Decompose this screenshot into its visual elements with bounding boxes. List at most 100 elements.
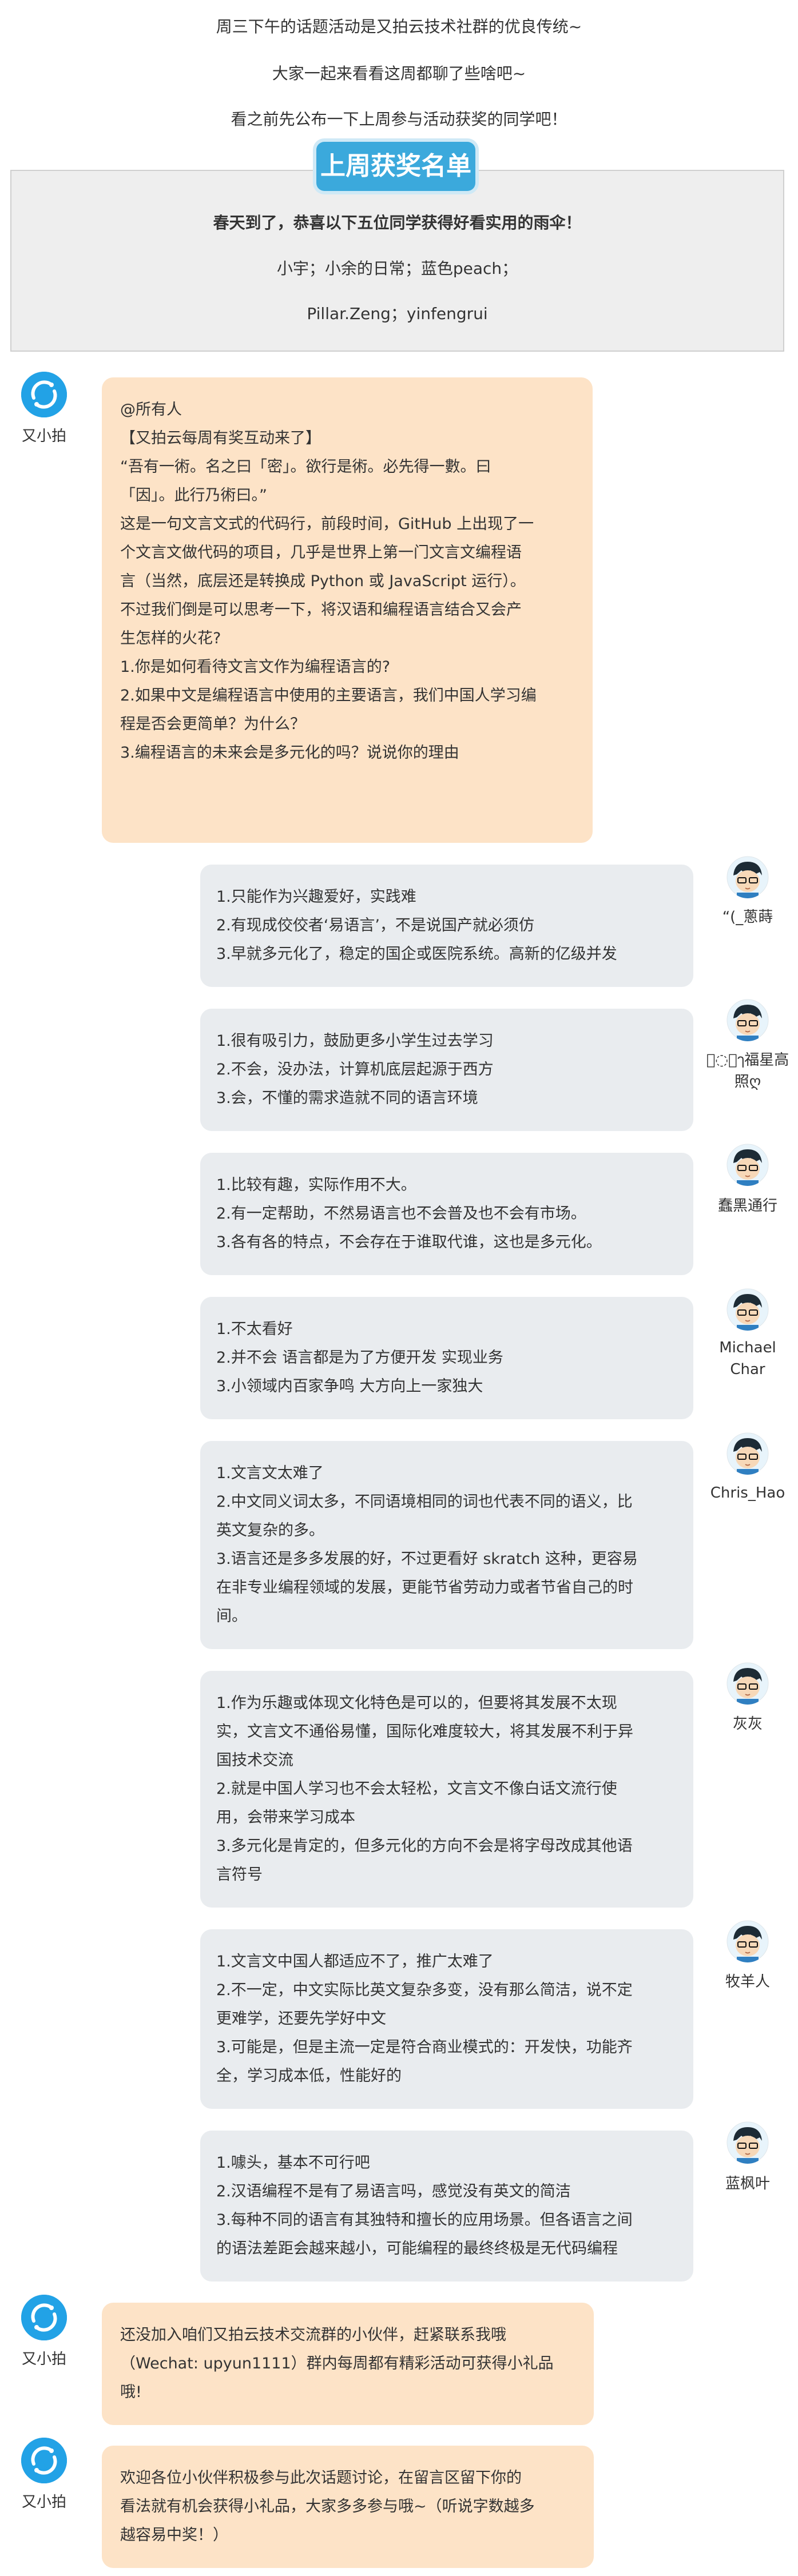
reply-line: 2.汉语编程不是有了易语言吗，感觉没有英文的简洁 (216, 2183, 571, 2200)
reply-line: 1.噱头，基本不可行吧 (216, 2154, 370, 2172)
user-avatar[interactable] (726, 1662, 769, 1705)
reply-line: 间。 (216, 1607, 247, 1625)
avatar-face-icon (726, 1920, 769, 1962)
post-line: 个文言文做代码的项目，几乎是世界上第一门文言文编程语 (120, 544, 522, 562)
reply-line: 1.文言文太难了 (216, 1464, 324, 1482)
intro-line-2: 大家一起来看看这周都聊了些啥吧~ (272, 64, 526, 83)
intro-line-1: 周三下午的话题活动是又拍云技术社群的优良传统~ (216, 17, 582, 36)
reply-line: 2.并不会 语言都是为了方便开发 实现业务 (216, 1349, 503, 1367)
award-title-badge: 上周获奖名单 (316, 142, 475, 191)
user-avatar[interactable] (726, 2121, 769, 2164)
reply-line: 3.每种不同的语言有其独特和擅长的应用场景。但各语言之间 (216, 2211, 633, 2229)
avatar-face-icon (726, 999, 769, 1041)
post-line: 程是否会更简单？为什么？ (120, 715, 305, 733)
reply-bubble: 1.噱头，基本不可行吧 2.汉语编程不是有了易语言吗，感觉没有英文的简洁 3.每… (200, 2131, 693, 2282)
post-line: 【又拍云每周有奖互动来了】 (120, 429, 321, 447)
post-line: @所有人 (120, 401, 182, 419)
message-line: 还没加入咱们又拍云技术交流群的小伙伴，赶紧联系我哦 (120, 2326, 506, 2344)
reply-line: 2.中文同义词太多，不同语境相同的词也代表不同的语义，比 (216, 1493, 633, 1511)
reply-bubble: 1.不太看好 2.并不会 语言都是为了方便开发 实现业务 3.小领域内百家争鸣 … (200, 1297, 693, 1419)
avatar-face-icon (726, 1288, 769, 1331)
reply-bubble: 1.只能作为兴趣爱好，实践难 2.有现成佼佼者‘易语言’，不是说国产就必须仿 3… (200, 865, 693, 987)
post-line: 生怎样的火花? (120, 630, 221, 647)
user-name: Chris_Hao (710, 1484, 785, 1502)
reply-line: 3.早就多元化了，稳定的国企或医院系统。高新的亿级并发 (216, 945, 617, 963)
user-avatar[interactable] (726, 1144, 769, 1186)
post-line: 不过我们倒是可以思考一下，将汉语和编程语言结合又会产 (120, 601, 522, 619)
avatar-face-icon (726, 2121, 769, 2164)
reply-line: 在非专业编程领域的发展，更能节省劳动力或者节省自己的时 (216, 1579, 633, 1596)
user-name: 蓝枫叶 (725, 2175, 770, 2192)
host-message-bubble: 欢迎各位小伙伴积极参与此次话题讨论，在留言区留下你的 看法就有机会获得小礼品，大… (102, 2446, 594, 2568)
avatar-face-icon (726, 1144, 769, 1186)
reply-line: 3.语言还是多多发展的好，不过更看好 skratch 这种，更容易 (216, 1550, 638, 1568)
reply-line: 1.只能作为兴趣爱好，实践难 (216, 888, 416, 906)
post-line: 2.如果中文是编程语言中使用的主要语言，我们中国人学习编 (120, 687, 537, 704)
reply-bubble: 1.比较有趣，实际作用不大。 2.有一定帮助，不然易语言也不会普及也不会有市场。… (200, 1153, 693, 1275)
reply-line: 2.有一定帮助，不然易语言也不会普及也不会有市场。 (216, 1205, 586, 1223)
host-avatar[interactable] (21, 2295, 67, 2340)
upyun-logo-icon (21, 2438, 67, 2483)
reply-line: 全，学习成本低，性能好的 (216, 2067, 402, 2085)
post-line: 1.你是如何看待文言文作为编程语言的? (120, 658, 391, 676)
reply-line: 3.各有各的特点，不会存在于谁取代谁，这也是多元化。 (216, 1233, 602, 1251)
reply-line: 3.小领域内百家争鸣 大方向上一家独大 (216, 1377, 483, 1395)
intro-line-3: 看之前先公布一下上周参与活动获奖的同学吧！ (231, 110, 567, 129)
message-line: （Wechat: upyun1111）群内每周都有精彩活动可获得小礼品 (120, 2355, 554, 2372)
reply-line: 更难学，还要先学好中文 (216, 2010, 386, 2028)
user-avatar[interactable] (726, 856, 769, 898)
award-announcement: 春天到了，恭喜以下五位同学获得好看实用的雨伞！ (213, 213, 582, 232)
reply-line: 1.不太看好 (216, 1320, 293, 1338)
reply-bubble: 1.很有吸引力，鼓励更多小学生过去学习 2.不会，没办法，计算机底层起源于西方 … (200, 1009, 693, 1131)
post-line: 言（当然，底层还是转换成 Python 或 JavaScript 运行）。 (120, 572, 526, 590)
reply-line: 1.比较有趣，实际作用不大。 (216, 1176, 416, 1194)
user-avatar[interactable] (726, 1432, 769, 1475)
reply-line: 1.很有吸引力，鼓励更多小学生过去学习 (216, 1032, 494, 1050)
avatar-face-icon (726, 1432, 769, 1475)
host-name: 又小拍 (21, 428, 66, 445)
reply-line: 言符号 (216, 1866, 263, 1884)
host-post-bubble: @所有人 【又拍云每周有奖互动来了】 “吾有一術。名之曰「密」。欲行是術。必先得… (102, 377, 593, 843)
award-winners-line-1: 小宇；小余的日常；蓝色peach； (276, 259, 518, 278)
post-line: 这是一句文言文式的代码行，前段时间，GitHub 上出现了一 (120, 515, 534, 533)
reply-line: 1.作为乐趣或体现文化特色是可以的，但要将其发展不太现 (216, 1694, 617, 1712)
reply-line: 2.就是中国人学习也不会太轻松，文言文不像白话文流行使 (216, 1780, 617, 1798)
avatar-face-icon (726, 856, 769, 898)
message-line: 看法就有机会获得小礼品，大家多多参与哦~（听说字数越多 (120, 2498, 535, 2515)
user-name: ⓛ៉ๅ福星高照ღ (706, 1052, 789, 1090)
post-line: “吾有一術。名之曰「密」。欲行是術。必先得一數。曰 (120, 458, 491, 476)
reply-line: 国技术交流 (216, 1751, 293, 1769)
reply-line: 用，会带来学习成本 (216, 1809, 355, 1826)
message-line: 哦! (120, 2383, 142, 2401)
upyun-logo-icon (21, 372, 67, 417)
user-avatar[interactable] (726, 1920, 769, 1962)
host-name: 又小拍 (21, 2351, 66, 2368)
reply-line: 1.文言文中国人都适应不了，推广太难了 (216, 1953, 494, 1970)
reply-line: 的语法差距会越来越小，可能编程的最终终极是无代码编程 (216, 2240, 618, 2258)
user-name: Michael Char (719, 1339, 776, 1378)
reply-line: 2.不一定，中文实际比英文复杂多变，没有那么简洁，说不定 (216, 1981, 633, 1999)
post-line: 「因」。此行乃術曰。” (120, 487, 267, 504)
user-avatar[interactable] (726, 999, 769, 1041)
reply-bubble: 1.文言文太难了 2.中文同义词太多，不同语境相同的词也代表不同的语义，比 英文… (200, 1441, 693, 1649)
user-avatar[interactable] (726, 1288, 769, 1331)
user-name: 灰灰 (732, 1715, 763, 1733)
reply-bubble: 1.作为乐趣或体现文化特色是可以的，但要将其发展不太现 实，文言文不通俗易懂，国… (200, 1671, 693, 1908)
reply-line: 3.会，不懂的需求造就不同的语言环境 (216, 1089, 478, 1107)
upyun-logo-icon (21, 2295, 67, 2340)
user-name: 蠢黑通行 (717, 1197, 777, 1215)
host-avatar[interactable] (21, 2438, 67, 2483)
reply-line: 3.多元化是肯定的，但多元化的方向不会是将字母改成其他语 (216, 1837, 633, 1855)
message-line: 欢迎各位小伙伴积极参与此次话题讨论，在留言区留下你的 (120, 2469, 522, 2487)
post-line: 3.编程语言的未来会是多元化的吗？说说你的理由 (120, 744, 459, 762)
message-line: 越容易中奖！） (120, 2526, 228, 2544)
host-avatar[interactable] (21, 372, 67, 417)
reply-line: 3.可能是，但是主流一定是符合商业模式的：开发快，功能齐 (216, 2038, 633, 2056)
user-name: “(_蔥蒔 (722, 909, 773, 926)
award-winners-line-2: Pillar.Zeng；yinfengrui (307, 304, 488, 323)
reply-bubble: 1.文言文中国人都适应不了，推广太难了 2.不一定，中文实际比英文复杂多变，没有… (200, 1929, 693, 2109)
avatar-face-icon (726, 1662, 769, 1705)
reply-line: 2.不会，没办法，计算机底层起源于西方 (216, 1061, 494, 1078)
reply-line: 实，文言文不通俗易懂，国际化难度较大，将其发展不利于异 (216, 1723, 633, 1741)
reply-line: 2.有现成佼佼者‘易语言’，不是说国产就必须仿 (216, 917, 534, 934)
